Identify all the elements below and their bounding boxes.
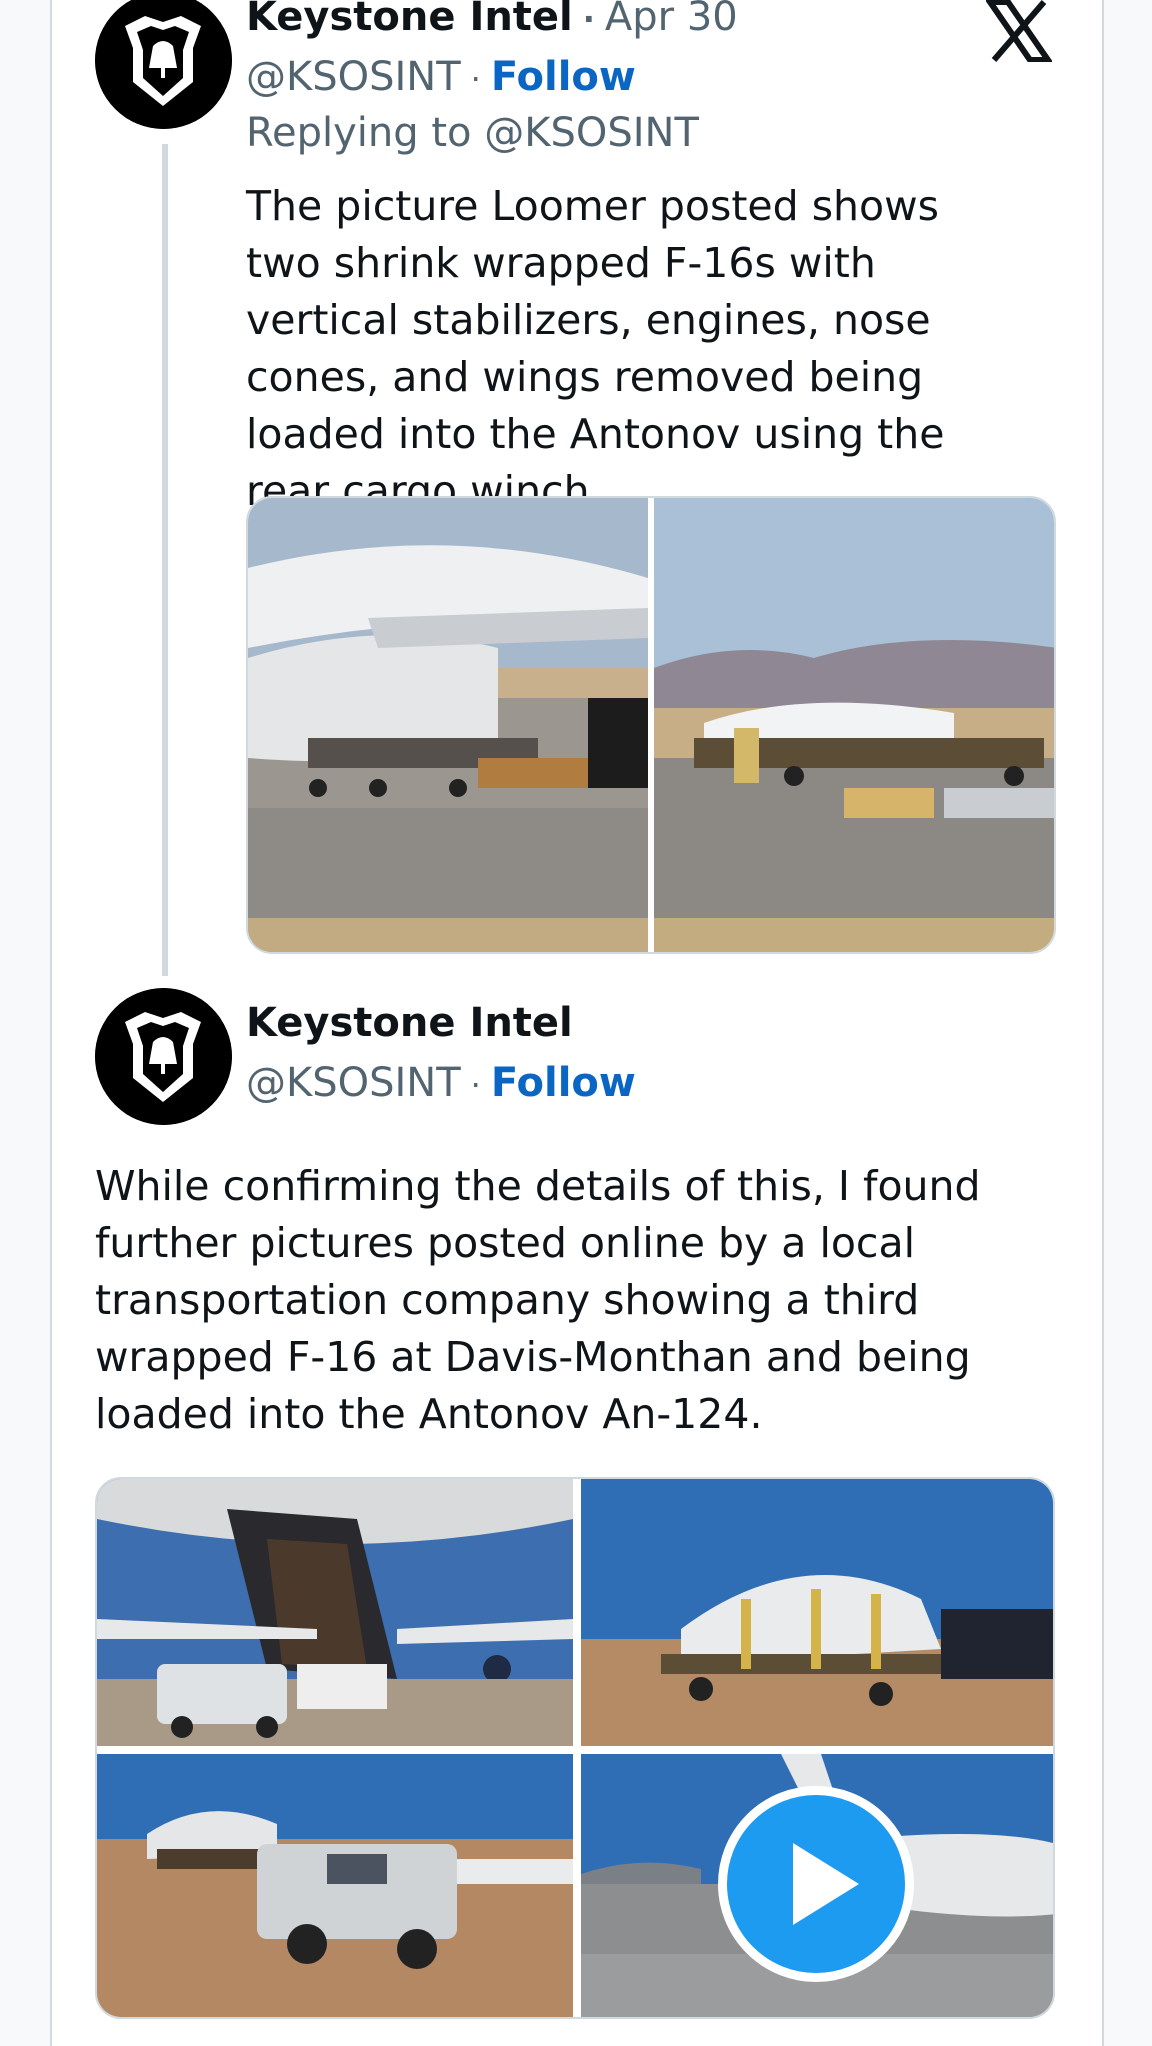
author-avatar[interactable] xyxy=(95,988,232,1125)
media-photo[interactable] xyxy=(654,498,1054,952)
separator-dot: · xyxy=(470,1066,481,1104)
thread-connector-line xyxy=(162,144,168,976)
author-name[interactable]: Keystone Intel xyxy=(246,1000,573,1046)
author-handle-row: @KSOSINT · Follow xyxy=(246,54,636,100)
author-handle-row: @KSOSINT · Follow xyxy=(246,1060,636,1106)
author-name[interactable]: Keystone Intel · Apr 30 xyxy=(246,0,738,40)
tweet-text: While confirming the details of this, I … xyxy=(95,1162,981,1438)
separator-dot: · xyxy=(470,60,481,98)
author-handle[interactable]: @KSOSINT xyxy=(246,1060,461,1106)
media-photo[interactable] xyxy=(97,1754,573,2017)
media-photo[interactable] xyxy=(248,498,648,952)
tweet-text: The picture Loomer posted shows two shri… xyxy=(246,182,945,515)
follow-button[interactable]: Follow xyxy=(491,54,636,100)
play-icon[interactable] xyxy=(718,1786,914,1982)
replying-to-label[interactable]: Replying to @KSOSINT xyxy=(246,110,699,156)
x-logo-icon[interactable] xyxy=(984,0,1054,63)
media-photo[interactable] xyxy=(97,1479,573,1746)
author-handle[interactable]: @KSOSINT xyxy=(246,54,461,100)
tweet-media-grid xyxy=(95,1477,1055,2019)
media-photo[interactable] xyxy=(581,1479,1053,1746)
separator-dot: · xyxy=(582,0,595,38)
follow-button[interactable]: Follow xyxy=(491,1060,636,1106)
tweet-date[interactable]: Apr 30 xyxy=(605,0,738,40)
tweet-media-grid xyxy=(246,496,1056,954)
